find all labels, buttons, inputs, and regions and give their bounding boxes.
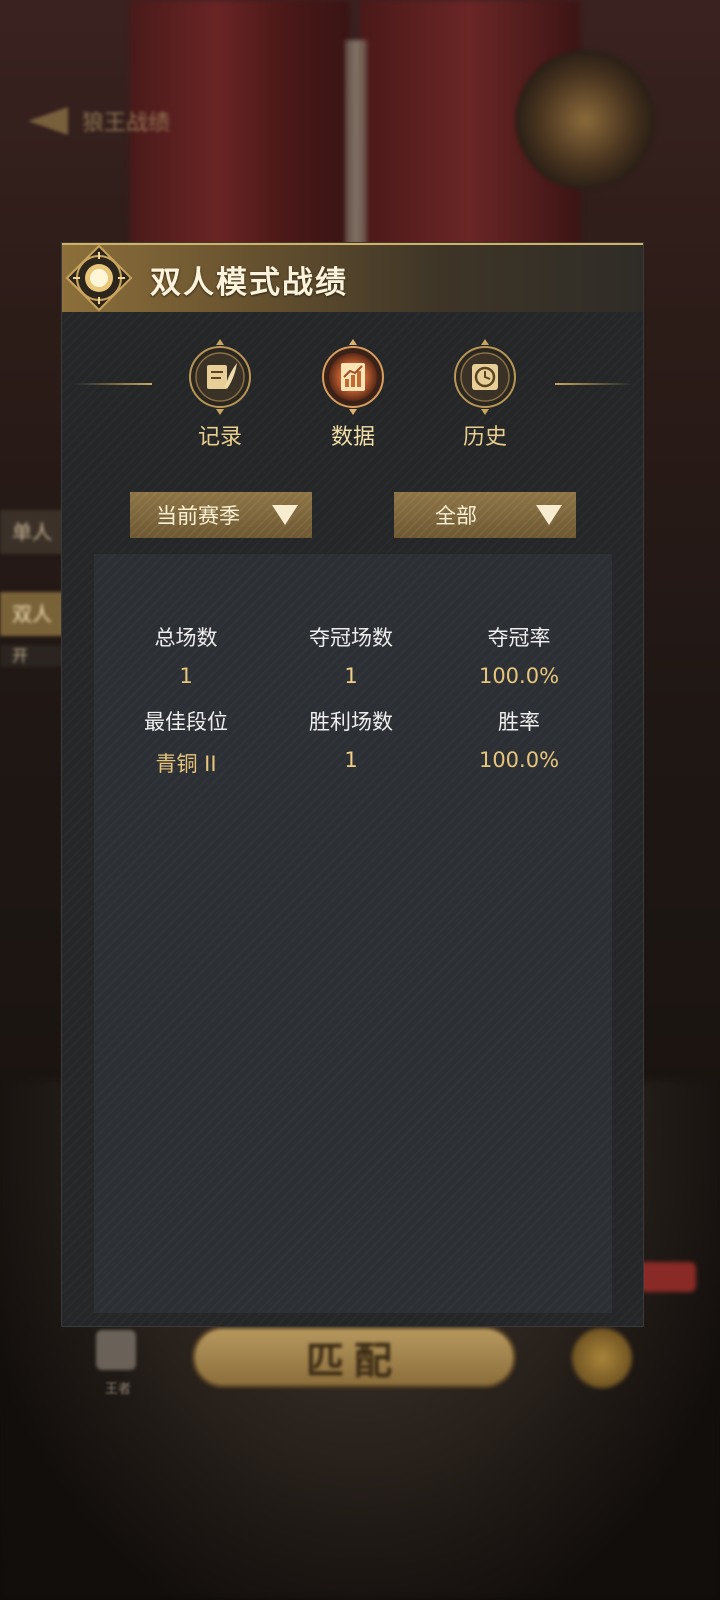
stat-label-best-rank: 最佳段位: [144, 710, 228, 734]
clock-scroll-icon: [454, 339, 516, 415]
stat-label-wins: 胜利场数: [309, 710, 393, 734]
stat-value-total-games: 1: [179, 664, 193, 688]
season-dropdown-value: 当前赛季: [156, 504, 240, 528]
match-button: 匹配: [192, 1326, 516, 1388]
stats-panel: 总场数 夺冠场数 夺冠率 1 1 100.0% 最佳段位 胜利场数 胜率 青铜 …: [94, 554, 612, 1313]
stats-dialog: 双人模式战绩 记录 数据 历史 当前赛季 全部 总场数 夺冠场数 夺冠率 1 1…: [62, 243, 643, 1326]
tab-data[interactable]: 数据: [308, 333, 398, 451]
back-arrow-icon: [28, 107, 68, 135]
chevron-down-icon: [536, 505, 562, 525]
stat-label-championship-rate: 夺冠率: [487, 626, 551, 650]
tab-divider-left: [74, 383, 152, 385]
sun-emblem-icon: [65, 244, 133, 312]
tab-history[interactable]: 历史: [440, 333, 530, 451]
mode-dropdown-value: 全部: [435, 504, 477, 528]
dialog-header-right: [583, 245, 643, 312]
dialog-title: 双人模式战绩: [150, 265, 348, 301]
season-dropdown[interactable]: 当前赛季: [130, 492, 312, 538]
match-button-label: 匹配: [305, 1338, 402, 1383]
stat-label-championships: 夺冠场数: [309, 626, 393, 650]
background-side-tab-open: 开: [0, 645, 70, 667]
king-icon: [96, 1330, 136, 1370]
tab-data-label: 数据: [330, 425, 375, 450]
stat-value-wins: 1: [344, 748, 358, 772]
stats-label-row: 最佳段位 胜利场数 胜率: [94, 706, 612, 748]
trophy-orb-icon: [515, 50, 655, 190]
background-title-text: 狼王战绩: [82, 111, 171, 136]
stat-value-championships: 1: [344, 664, 358, 688]
stat-value-win-rate: 100.0%: [478, 748, 560, 772]
quill-scroll-icon: [189, 339, 251, 415]
stats-value-row: 1 1 100.0%: [94, 664, 612, 706]
stat-label-total-games: 总场数: [154, 626, 218, 650]
mode-dropdown[interactable]: 全部: [394, 492, 576, 538]
stats-label-row: 总场数 夺冠场数 夺冠率: [94, 622, 612, 664]
tab-records-label: 记录: [197, 425, 242, 450]
check-badge-icon: [572, 1328, 632, 1388]
stat-value-best-rank: 青铜 II: [155, 752, 217, 776]
king-label: 王者: [104, 1382, 131, 1397]
tab-divider-right: [555, 383, 633, 385]
tab-bar: 记录 数据 历史: [62, 333, 643, 453]
dialog-header: 双人模式战绩: [62, 243, 643, 312]
background-side-tab-duo: 双人: [0, 592, 70, 636]
stats-grid: 总场数 夺冠场数 夺冠率 1 1 100.0% 最佳段位 胜利场数 胜率 青铜 …: [94, 622, 612, 790]
tab-records[interactable]: 记录: [175, 333, 265, 451]
stat-value-championship-rate: 100.0%: [478, 664, 560, 688]
background-side-tab-single: 单人: [0, 510, 70, 554]
chart-document-icon: [322, 339, 384, 415]
chevron-down-icon: [272, 505, 298, 525]
stats-value-row: 青铜 II 1 100.0%: [94, 748, 612, 790]
pillar: [345, 40, 367, 270]
background-top-title: 狼王战绩: [28, 104, 248, 138]
tab-history-label: 历史: [462, 425, 507, 450]
stat-label-win-rate: 胜率: [498, 710, 540, 734]
